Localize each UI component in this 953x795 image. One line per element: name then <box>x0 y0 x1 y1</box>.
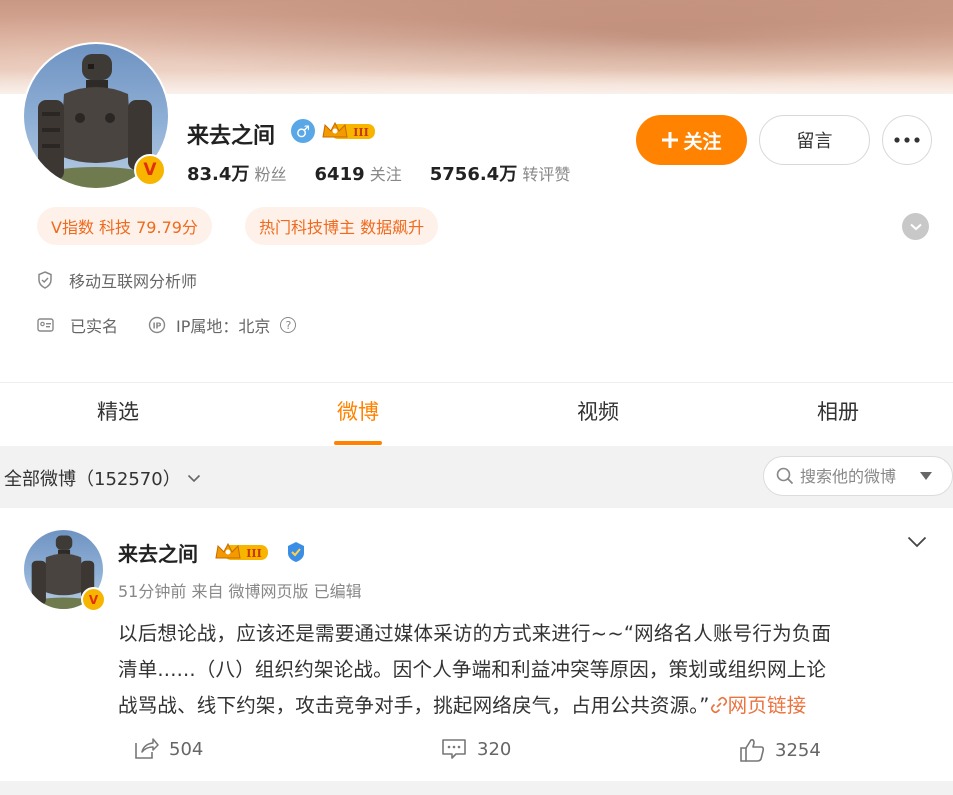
following-count: 6419 <box>314 164 365 185</box>
search-box[interactable] <box>763 456 953 496</box>
ip-location-text: IP属地：北京 <box>176 317 271 336</box>
following-label: 关注 <box>369 165 402 184</box>
chevron-down-icon <box>907 536 927 548</box>
plus-icon <box>662 132 679 148</box>
message-label: 留言 <box>796 131 833 151</box>
web-link-label: 网页链接 <box>727 694 807 717</box>
expand-profile-button[interactable] <box>902 213 929 240</box>
vip-crown-badge-icon[interactable]: III <box>321 120 377 142</box>
followers-stat[interactable]: 83.4万 粉丝 <box>187 160 287 186</box>
search-input[interactable] <box>800 466 910 486</box>
blue-badge-icon <box>285 541 307 563</box>
help-icon[interactable]: ? <box>280 317 297 333</box>
hot-blogger-tag[interactable]: 热门科技博主 数据飙升 <box>245 207 439 245</box>
id-card-icon <box>37 318 54 332</box>
verification-row: 移动互联网分析师 <box>37 268 197 292</box>
feed-separator <box>0 781 953 795</box>
followers-count: 83.4万 <box>187 164 250 185</box>
post-meta: 51分钟前 来自 微博网页版 已编辑 <box>118 582 362 601</box>
like-count: 3254 <box>775 739 821 761</box>
profile-stats: 83.4万 粉丝 6419 关注 5756.4万 转评赞 <box>187 160 570 186</box>
message-button[interactable]: 留言 <box>759 115 870 165</box>
chevron-down-icon <box>187 474 200 482</box>
follow-button[interactable]: 关注 <box>636 115 747 165</box>
more-dots-icon <box>894 137 920 143</box>
tabs-top-divider <box>0 382 953 383</box>
comment-count: 320 <box>477 738 512 760</box>
shield-icon <box>38 271 52 289</box>
svg-text:III: III <box>246 547 261 560</box>
svg-text:III: III <box>353 126 368 139</box>
tab-video[interactable]: 视频 <box>538 396 658 426</box>
profile-name: 来去之间 <box>187 124 276 149</box>
post-text-line: 以后想论战，应该还是需要通过媒体采访的方式来进行~~“网络名人账号行为负面 <box>118 622 832 645</box>
identity-row: 已实名 IP IP属地：北京 ? <box>37 313 297 337</box>
verified-v-badge-icon: V <box>81 587 106 612</box>
real-name-text: 已实名 <box>70 317 119 336</box>
post-text-line: 战骂战、线下约架，攻击竞争对手，挑起网络戾气，占用公共资源。” 网页链接 <box>118 688 933 724</box>
link-icon <box>710 696 727 714</box>
web-link[interactable]: 网页链接 <box>710 694 807 717</box>
post-text: 以后想论战，应该还是需要通过媒体采访的方式来进行~~“网络名人账号行为负面 清单… <box>118 616 933 724</box>
engagement-count: 5756.4万 <box>429 164 518 185</box>
tab-featured[interactable]: 精选 <box>58 396 178 426</box>
more-options-button[interactable] <box>882 115 932 165</box>
ip-location-icon: IP <box>148 316 166 334</box>
follow-label: 关注 <box>683 131 722 153</box>
male-gender-icon: ♂ <box>291 119 315 143</box>
chevron-down-icon <box>909 223 922 230</box>
tab-album[interactable]: 相册 <box>778 396 898 426</box>
thumbs-up-icon <box>740 739 765 762</box>
engagement-stat[interactable]: 5756.4万 转评赞 <box>430 160 571 186</box>
repost-button[interactable]: 504 <box>133 737 203 761</box>
svg-text:IP: IP <box>153 322 162 331</box>
search-dropdown-caret-icon[interactable] <box>920 472 932 480</box>
repost-icon <box>135 738 159 759</box>
post-menu-button[interactable] <box>907 533 927 552</box>
tab-weibo[interactable]: 微博 <box>298 396 418 426</box>
engagement-label: 转评赞 <box>522 165 571 184</box>
like-button[interactable]: 3254 <box>739 737 821 763</box>
vip-crown-badge-icon[interactable]: III <box>214 541 270 563</box>
post-text-line: 清单......（八）组织约架论战。因个人争端和利益冲突等原因，策划或组织网上论 <box>118 658 827 681</box>
post-author-name[interactable]: 来去之间 <box>118 538 198 567</box>
all-posts-label: 全部微博（152570） <box>4 469 181 490</box>
comment-icon <box>442 739 466 759</box>
active-tab-indicator <box>334 441 382 445</box>
following-stat[interactable]: 6419 关注 <box>315 161 402 185</box>
all-posts-filter[interactable]: 全部微博（152570） <box>4 465 201 491</box>
v-index-tag[interactable]: V指数 科技 79.79分 <box>37 207 212 245</box>
comment-button[interactable]: 320 <box>441 737 511 761</box>
repost-count: 504 <box>169 738 204 760</box>
verified-v-badge-icon: V <box>134 154 166 186</box>
verified-title: 移动互联网分析师 <box>69 272 198 291</box>
followers-label: 粉丝 <box>254 165 287 184</box>
post-text-fragment: 战骂战、线下约架，攻击竞争对手，挑起网络戾气，占用公共资源。” <box>118 694 710 717</box>
search-icon <box>776 467 794 485</box>
